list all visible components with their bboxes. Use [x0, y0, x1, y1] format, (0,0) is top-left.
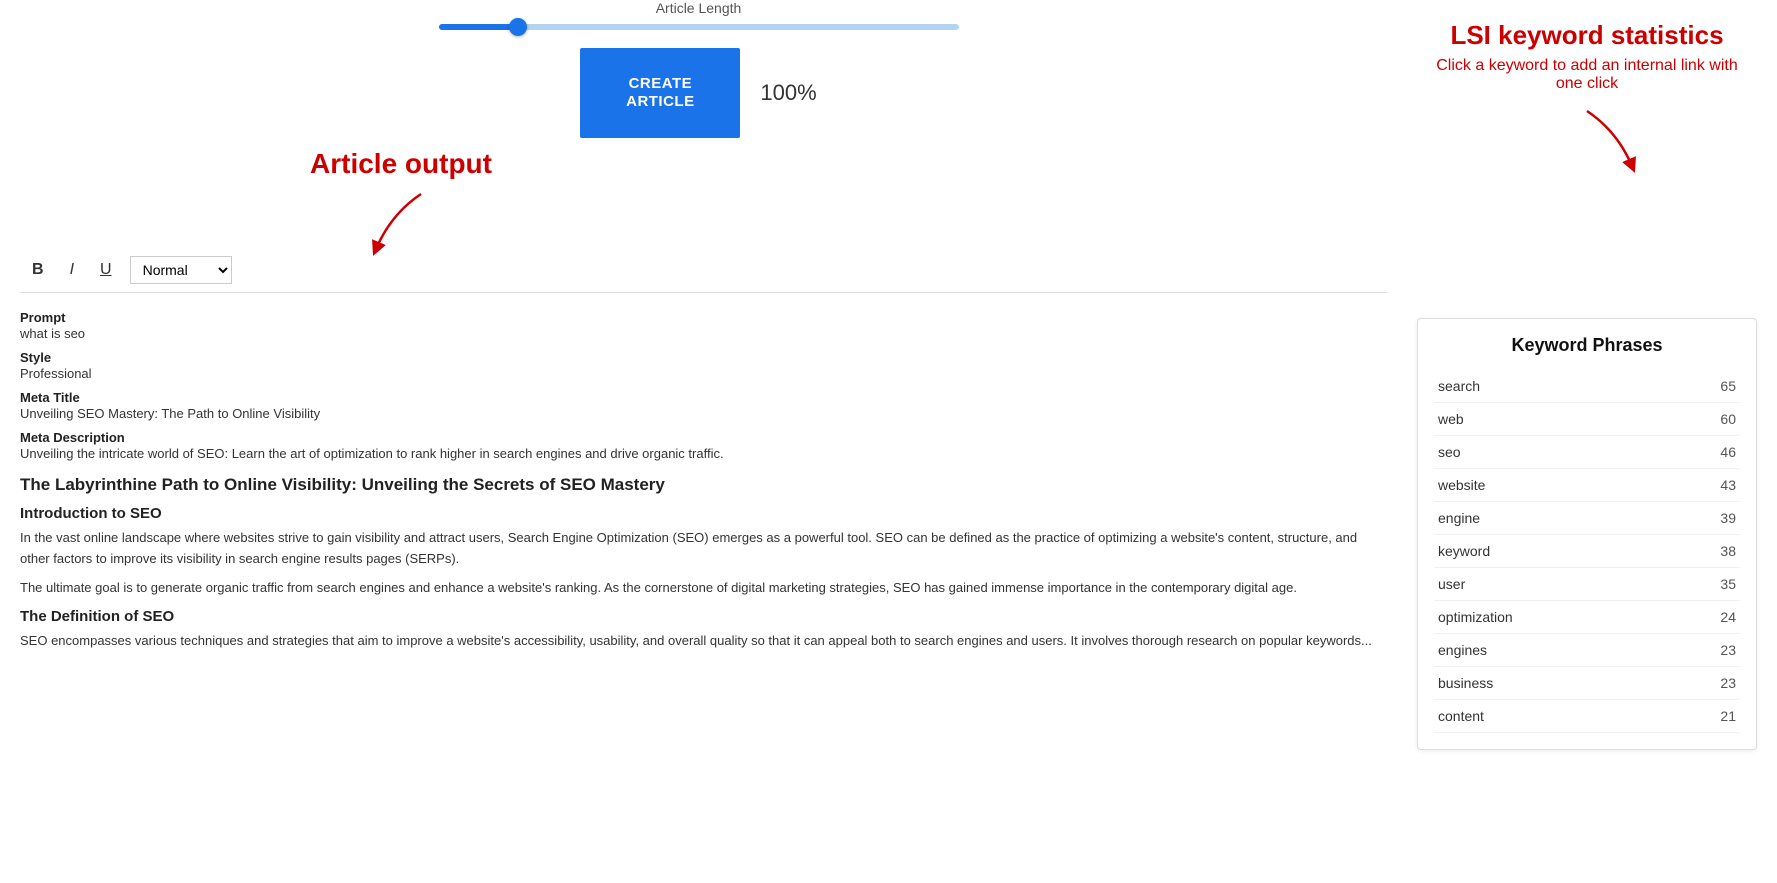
- keyword-row[interactable]: keyword 38: [1434, 535, 1740, 568]
- underline-button[interactable]: U: [92, 257, 120, 283]
- keyword-panel: Keyword Phrases search 65 web 60 seo 46 websit…: [1417, 318, 1757, 750]
- style-value: Professional: [20, 366, 92, 381]
- keyword-count: 43: [1720, 477, 1736, 493]
- keyword-count: 23: [1720, 675, 1736, 691]
- keyword-count: 35: [1720, 576, 1736, 592]
- prompt-value: what is seo: [20, 326, 85, 341]
- definition-p1: SEO encompasses various techniques and s…: [20, 631, 1387, 652]
- keyword-word: keyword: [1438, 543, 1490, 559]
- create-article-button[interactable]: CREATE ARTICLE: [580, 48, 740, 138]
- definition-heading: The Definition of SEO: [20, 608, 1387, 625]
- keyword-row[interactable]: content 21: [1434, 700, 1740, 733]
- keyword-word: seo: [1438, 444, 1461, 460]
- keyword-row[interactable]: business 23: [1434, 667, 1740, 700]
- keyword-count: 39: [1720, 510, 1736, 526]
- keyword-row[interactable]: engines 23: [1434, 634, 1740, 667]
- keyword-row[interactable]: search 65: [1434, 370, 1740, 403]
- italic-button[interactable]: I: [62, 257, 82, 283]
- keyword-count: 46: [1720, 444, 1736, 460]
- article-length-slider[interactable]: [439, 24, 959, 30]
- keyword-row[interactable]: seo 46: [1434, 436, 1740, 469]
- keyword-word: search: [1438, 378, 1480, 394]
- keyword-word: business: [1438, 675, 1493, 691]
- meta-title-value: Unveiling SEO Mastery: The Path to Onlin…: [20, 406, 320, 421]
- keyword-word: engines: [1438, 642, 1487, 658]
- article-body: The Labyrinthine Path to Online Visibili…: [20, 475, 1387, 652]
- article-output-annotation: Article output: [310, 148, 492, 180]
- keyword-word: website: [1438, 477, 1485, 493]
- article-editor: B I U Normal Heading 1 Heading 2 Heading…: [0, 238, 1407, 760]
- intro-p1: In the vast online landscape where websi…: [20, 528, 1387, 570]
- editor-toolbar: B I U Normal Heading 1 Heading 2 Heading…: [20, 248, 1387, 293]
- meta-desc-value: Unveiling the intricate world of SEO: Le…: [20, 446, 724, 461]
- prompt-label: Prompt: [20, 310, 66, 325]
- keyword-list: search 65 web 60 seo 46 website 43 engine 39 keywo…: [1434, 370, 1740, 733]
- intro-p2: The ultimate goal is to generate organic…: [20, 578, 1387, 599]
- keyword-word: user: [1438, 576, 1465, 592]
- meta-title-label: Meta Title: [20, 390, 80, 405]
- keyword-count: 60: [1720, 411, 1736, 427]
- progress-percent: 100%: [760, 80, 816, 106]
- keyword-row[interactable]: optimization 24: [1434, 601, 1740, 634]
- keyword-count: 23: [1720, 642, 1736, 658]
- keyword-word: engine: [1438, 510, 1480, 526]
- keyword-word: optimization: [1438, 609, 1513, 625]
- keyword-row[interactable]: user 35: [1434, 568, 1740, 601]
- bold-button[interactable]: B: [24, 257, 52, 283]
- lsi-arrow: [1567, 101, 1647, 181]
- lsi-subtitle: Click a keyword to add an internal link …: [1427, 57, 1747, 93]
- meta-desc-label: Meta Description: [20, 430, 125, 445]
- keyword-count: 38: [1720, 543, 1736, 559]
- keyword-row[interactable]: website 43: [1434, 469, 1740, 502]
- lsi-title: LSI keyword statistics: [1427, 20, 1747, 51]
- intro-heading: Introduction to SEO: [20, 505, 1387, 522]
- article-length-label: Article Length: [656, 0, 742, 16]
- style-select[interactable]: Normal Heading 1 Heading 2 Heading 3: [130, 256, 232, 284]
- keyword-count: 65: [1720, 378, 1736, 394]
- style-label: Style: [20, 350, 51, 365]
- keyword-row[interactable]: web 60: [1434, 403, 1740, 436]
- article-h1: The Labyrinthine Path to Online Visibili…: [20, 475, 1387, 495]
- keyword-count: 24: [1720, 609, 1736, 625]
- keyword-word: web: [1438, 411, 1464, 427]
- keyword-word: content: [1438, 708, 1484, 724]
- keyword-count: 21: [1720, 708, 1736, 724]
- keyword-panel-title: Keyword Phrases: [1434, 335, 1740, 356]
- keyword-row[interactable]: engine 39: [1434, 502, 1740, 535]
